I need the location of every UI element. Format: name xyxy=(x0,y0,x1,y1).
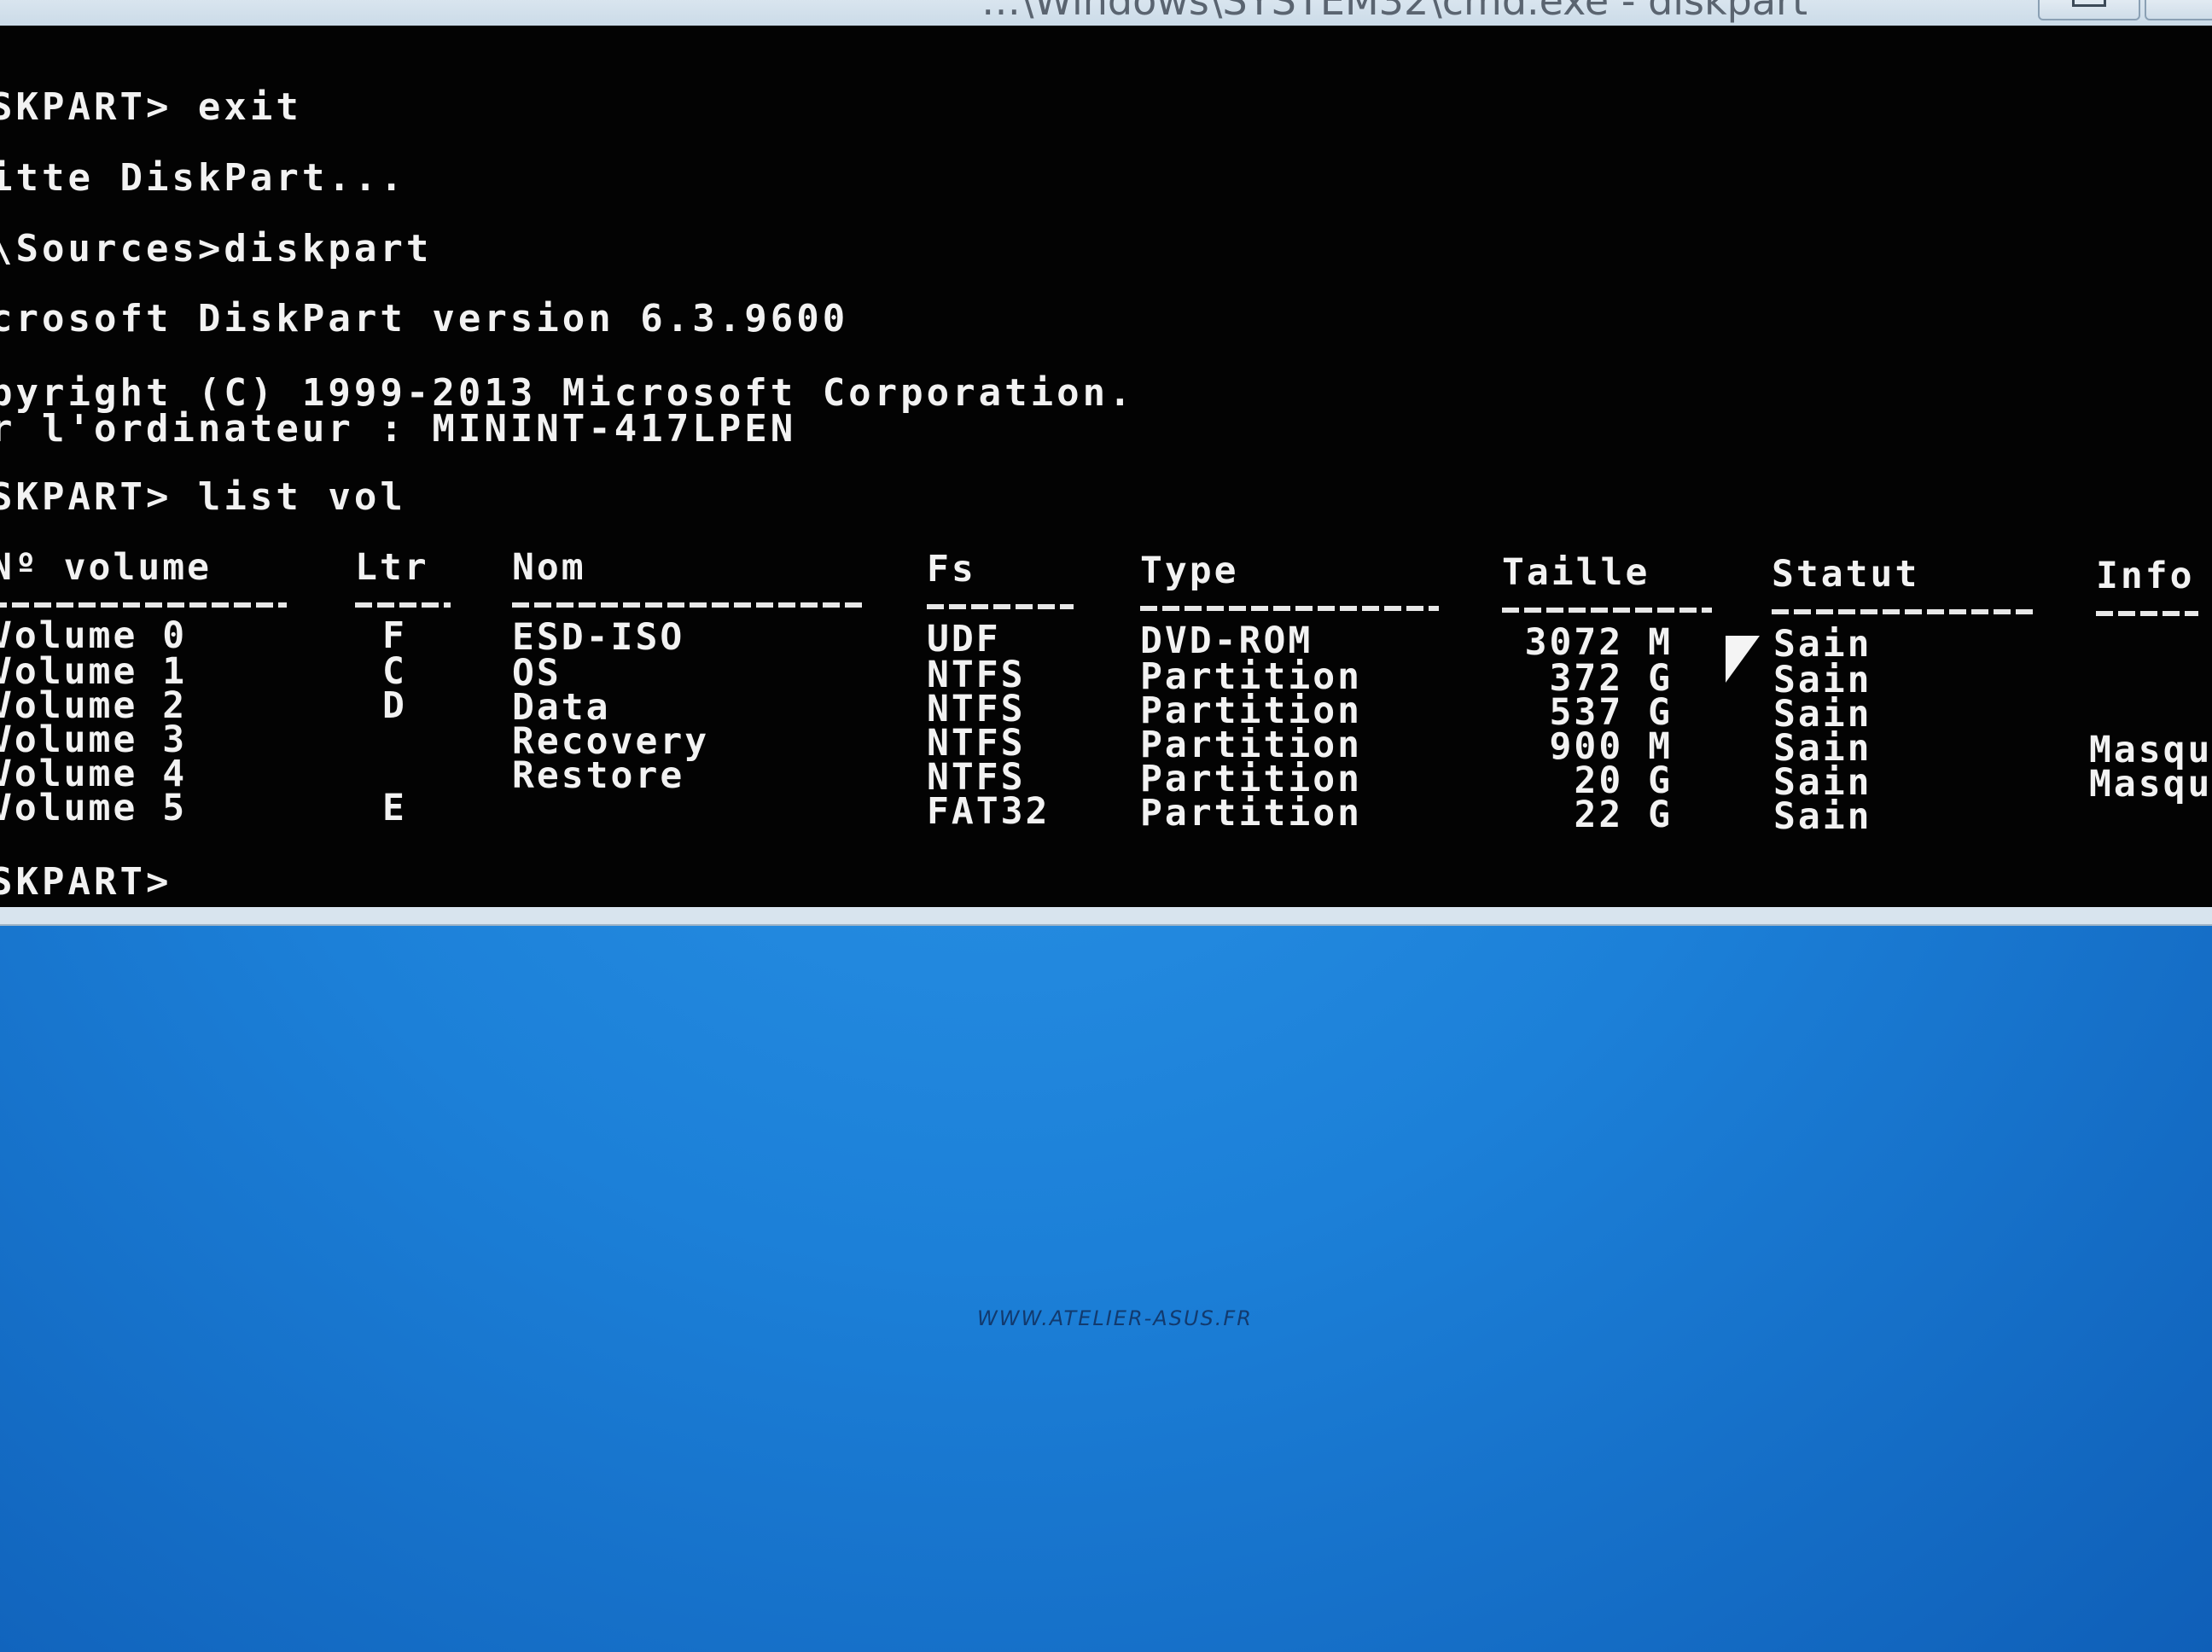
column-header-taille: Taille xyxy=(1502,551,1650,594)
console-line: crosoft DiskPart version 6.3.9600 xyxy=(0,297,849,340)
column-header-nom: Nom xyxy=(512,546,586,589)
title-bar[interactable]: …\Windows\SYSTEM32\cmd.exe - diskpart xyxy=(0,0,2212,26)
column-header-type: Type xyxy=(1140,550,1239,592)
mouse-pointer-icon xyxy=(1726,636,1760,683)
maximize-button[interactable] xyxy=(2145,0,2212,20)
console-line: SKPART> exit xyxy=(0,85,302,129)
cell-ltr: D xyxy=(382,684,407,727)
watermark-text: WWW.ATELIER-ASUS.FR xyxy=(977,1306,1253,1330)
cell-taille: 22 G xyxy=(1574,794,1673,836)
header-rule xyxy=(1502,608,1712,613)
header-rule xyxy=(927,604,1074,609)
command-prompt[interactable]: SKPART> xyxy=(0,860,172,904)
console-line: SKPART> list vol xyxy=(0,475,406,519)
header-rule xyxy=(0,602,287,608)
console-line: \Sources>diskpart xyxy=(0,227,433,270)
cell-nom: Restore xyxy=(512,754,685,797)
column-header-volume: Nº volume xyxy=(0,546,212,589)
console-output[interactable]: SKPART> exit itte DiskPart... \Sources>d… xyxy=(0,26,2212,907)
console-line: r l'ordinateur : MININT-417LPEN xyxy=(0,407,797,451)
cell-volume: Volume 5 xyxy=(0,787,188,829)
window-title: …\Windows\SYSTEM32\cmd.exe - diskpart xyxy=(981,0,1807,24)
header-rule xyxy=(2096,611,2198,616)
column-header-info: Info xyxy=(2096,555,2195,597)
console-line: itte DiskPart... xyxy=(0,156,406,200)
column-header-ltr: Ltr xyxy=(355,546,429,589)
header-rule xyxy=(355,602,451,608)
minimize-icon xyxy=(2072,0,2106,7)
cell-info: Masqu xyxy=(2089,763,2212,806)
header-rule xyxy=(512,602,862,608)
cell-statut: Sain xyxy=(1773,795,1872,838)
column-header-statut: Statut xyxy=(1772,553,1920,596)
cell-type: Partition xyxy=(1140,792,1362,835)
cell-fs: FAT32 xyxy=(927,790,1051,833)
cell-ltr: E xyxy=(382,787,407,829)
minimize-button[interactable] xyxy=(2038,0,2140,20)
column-header-fs: Fs xyxy=(927,548,976,590)
header-rule xyxy=(1140,606,1439,611)
header-rule xyxy=(1772,609,2033,614)
cmd-window[interactable]: …\Windows\SYSTEM32\cmd.exe - diskpart SK… xyxy=(0,0,2212,926)
